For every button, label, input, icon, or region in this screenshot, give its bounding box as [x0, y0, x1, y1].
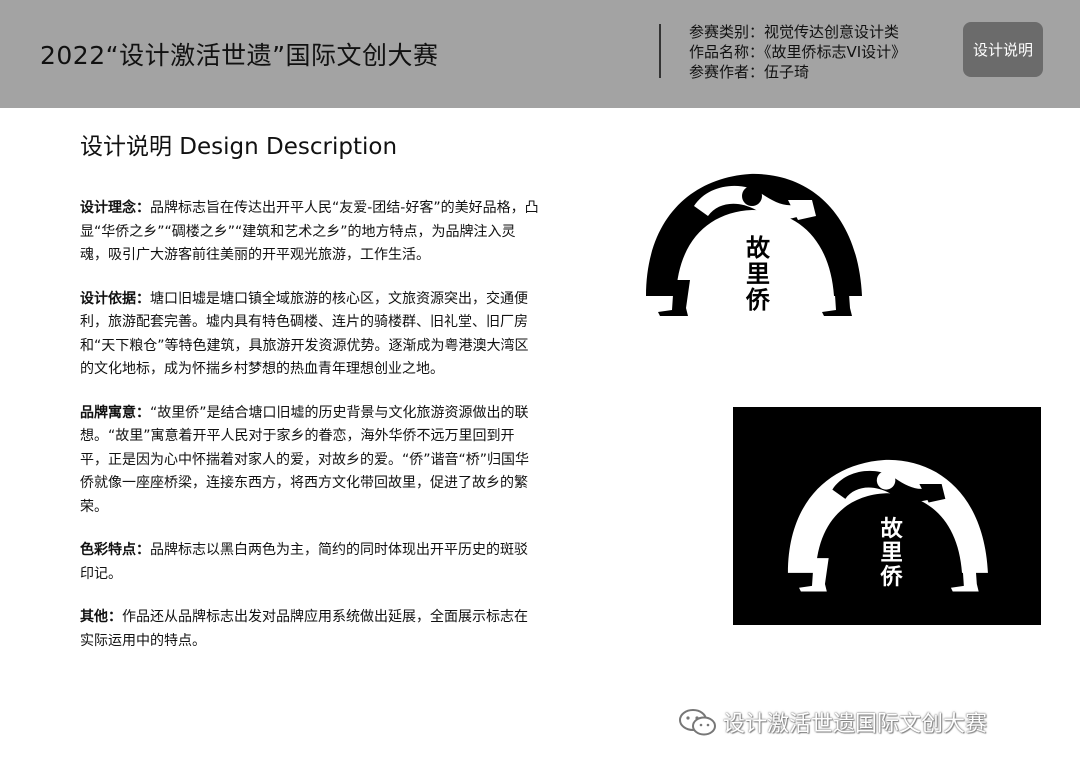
logo-char: 故: [746, 233, 771, 262]
paragraph-label: 其他：: [80, 609, 122, 625]
paragraph-other: 其他：作品还从品牌标志出发对品牌应用系统做出延展，全面展示标志在实际运用中的特点…: [80, 606, 540, 653]
header-divider: [659, 24, 661, 78]
competition-title: 2022“设计激活世遗”国际文创大赛: [40, 41, 439, 70]
logo-negative: 故 里 侨: [733, 407, 1041, 625]
paragraph-concept: 设计理念：品牌标志旨在传达出开平人民“友爱-团结-好客”的美好品格，凸显“华侨之…: [80, 197, 540, 268]
paragraph-body: 作品还从品牌标志出发对品牌应用系统做出延展，全面展示标志在实际运用中的特点。: [80, 609, 528, 649]
entry-info: 参赛类别：视觉传达创意设计类 作品名称：《故里侨标志VI设计》 参赛作者：伍子琦: [689, 22, 906, 82]
logo-char: 里: [881, 540, 903, 566]
header-bar: 2022“设计激活世遗”国际文创大赛 参赛类别：视觉传达创意设计类 作品名称：《…: [0, 0, 1080, 108]
paragraph-label: 设计依据：: [80, 290, 150, 307]
logo-char: 侨: [745, 285, 771, 314]
logo-char: 里: [746, 259, 770, 288]
watermark: 设计激活世遗国际文创大赛: [677, 707, 987, 737]
description-text: 设计理念：品牌标志旨在传达出开平人民“友爱-团结-好客”的美好品格，凸显“华侨之…: [80, 197, 540, 673]
logo-char: 侨: [880, 564, 904, 590]
paragraph-meaning: 品牌寓意：“故里侨”是结合塘口旧墟的历史背景与文化旅游资源做出的联想。“故里”寓…: [80, 402, 540, 520]
entry-category: 参赛类别：视觉传达创意设计类: [689, 23, 900, 41]
entry-work-name: 作品名称：《故里侨标志VI设计》: [689, 43, 907, 61]
paragraph-label: 品牌寓意：: [80, 404, 150, 421]
arch-figure-logo-icon: 故 里 侨: [646, 173, 862, 316]
logo-char: 故: [881, 516, 904, 542]
entry-author: 参赛作者：伍子琦: [689, 63, 810, 81]
paragraph-color: 色彩特点：品牌标志以黑白两色为主，简约的同时体现出开平历史的斑驳印记。: [80, 539, 540, 586]
section-title: 设计说明 Design Description: [80, 134, 398, 160]
paragraph-basis: 设计依据：塘口旧墟是塘口镇全域旅游的核心区，文旅资源突出，交通便利，旅游配套完善…: [80, 288, 540, 382]
paragraph-label: 设计理念：: [80, 200, 150, 216]
arch-figure-logo-inverted-icon: 故 里 侨: [787, 459, 988, 592]
logo-positive: 故 里 侨: [638, 160, 868, 322]
watermark-text: 设计激活世遗国际文创大赛: [723, 712, 988, 737]
paragraph-label: 色彩特点：: [80, 542, 150, 558]
wechat-icon: [679, 709, 716, 736]
paragraph-body: “故里侨”是结合塘口旧墟的历史背景与文化旅游资源做出的联想。“故里”寓意着开平人…: [80, 404, 530, 515]
design-description-button[interactable]: 设计说明: [963, 22, 1043, 77]
